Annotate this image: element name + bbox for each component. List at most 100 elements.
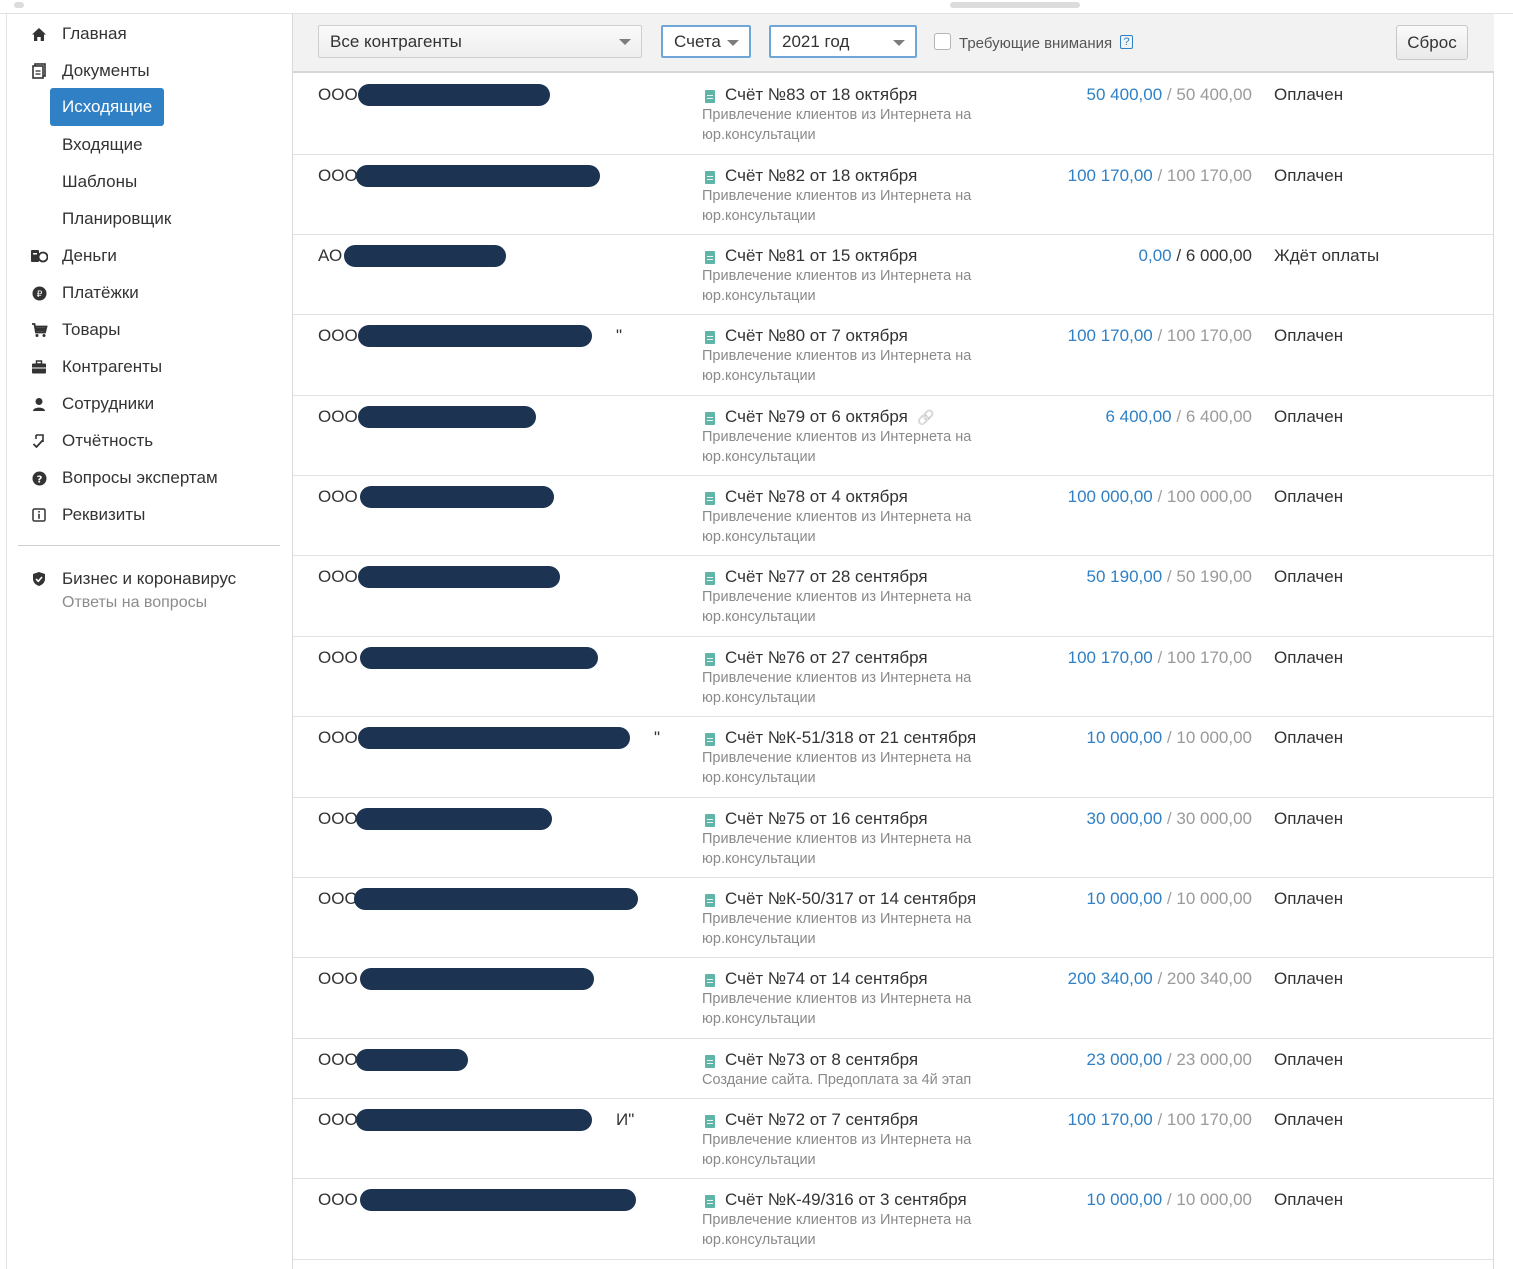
invoice-title[interactable]: Счёт №К-50/317 от 14 сентября [725, 889, 976, 909]
status-text: Оплачен [1274, 889, 1344, 908]
sidebar-item-scheduler[interactable]: Планировщик [62, 206, 171, 232]
invoice-row[interactable]: ООО Счёт №82 от 18 октября Привлечение кли… [293, 154, 1494, 235]
counterparty-name[interactable]: АО [318, 246, 342, 266]
status-text: Оплачен [1274, 1050, 1344, 1069]
invoice-row[interactable]: ООО Счёт №76 от 27 сентября Привлечение кл… [293, 636, 1494, 717]
invoice-row[interactable]: ООО Счёт №83 от 18 октября Привлечение кли… [293, 73, 1494, 155]
counterparty-name[interactable]: ООО [318, 648, 358, 668]
reset-button[interactable]: Сброс [1396, 25, 1468, 60]
invoice-amount: 100 170,00 / 100 170,00 [1068, 166, 1252, 186]
counterparty-name[interactable]: ООО [318, 728, 358, 748]
total-amount: 6 400,00 [1185, 407, 1252, 426]
redaction-mark [356, 1109, 592, 1131]
counterparty-name[interactable]: ООО [318, 809, 358, 829]
invoice-description: Привлечение клиентов из Интернета на юр.… [702, 429, 972, 465]
counterparty-prefix: ООО [318, 1050, 358, 1069]
invoice-row[interactable]: ООО Счёт №77 от 28 сентября Привлечение кл… [293, 555, 1494, 637]
invoice-row[interactable]: ООО Счёт №К-50/317 от 14 сентября Привлече… [293, 877, 1494, 958]
invoice-row[interactable]: ООО " Счёт №К-51/318 от 21 сентября Привлеч… [293, 716, 1494, 798]
paid-amount[interactable]: 50 190,00 [1087, 567, 1163, 586]
chevron-down-icon [893, 40, 905, 46]
invoice-title[interactable]: Счёт №83 от 18 октября [725, 85, 917, 105]
paid-amount[interactable]: 30 000,00 [1087, 809, 1163, 828]
nav-item-label: Вопросы экспертам [62, 468, 218, 487]
invoice-title[interactable]: Счёт №82 от 18 октября [725, 166, 917, 186]
status-text: Оплачен [1274, 407, 1344, 426]
sidebar-item-outgoing[interactable]: Исходящие [50, 88, 165, 126]
counterparty-name[interactable]: ООО [318, 407, 358, 427]
documents-icon [30, 62, 48, 80]
counterparty-name[interactable]: ООО [318, 326, 358, 346]
paid-amount[interactable]: 10 000,00 [1087, 728, 1163, 747]
money-icon [30, 247, 48, 265]
sidebar: Главная Документы Исходящие Входящие Шаб… [18, 14, 280, 1269]
counterparty-name[interactable]: ООО [318, 166, 358, 186]
counterparty-name[interactable]: ООО [318, 85, 358, 105]
paid-amount[interactable]: 100 170,00 [1068, 648, 1153, 667]
invoice-description: Привлечение клиентов из Интернета на юр.… [702, 991, 972, 1027]
paid-amount[interactable]: 200 340,00 [1068, 969, 1153, 988]
amount-separator: / [1152, 326, 1167, 345]
counterparty-name[interactable]: ООО [318, 969, 358, 989]
invoice-row[interactable]: ООО Счёт №78 от 4 октября Привлечение клие… [293, 475, 1494, 556]
invoice-title[interactable]: Счёт №74 от 14 сентября [725, 969, 928, 989]
paid-amount[interactable]: 100 170,00 [1068, 1110, 1153, 1129]
invoice-amount: 10 000,00 / 10 000,00 [1087, 728, 1252, 748]
invoice-row[interactable]: ООО И" Счёт №72 от 7 сентября Привлечение к… [293, 1098, 1494, 1179]
paid-amount[interactable]: 50 400,00 [1087, 85, 1163, 104]
invoice-title[interactable]: Счёт №72 от 7 сентября [725, 1110, 918, 1130]
svg-text:?: ? [36, 474, 42, 485]
paid-amount[interactable]: 0,00 [1139, 246, 1172, 265]
invoice-title[interactable]: Счёт №75 от 16 сентября [725, 809, 928, 829]
counterparty-prefix: ООО [318, 567, 358, 586]
counterparty-name[interactable]: ООО [318, 1190, 358, 1210]
invoice-title[interactable]: Счёт №78 от 4 октября [725, 487, 908, 507]
year-select[interactable]: 2021 год [769, 25, 917, 58]
invoice-title[interactable]: Счёт №79 от 6 октября [725, 407, 908, 427]
counterparty-prefix: ООО [318, 889, 358, 908]
invoice-row[interactable]: АО Счёт №81 от 15 октября Привлечение клие… [293, 234, 1494, 315]
invoice-title[interactable]: Счёт №80 от 7 октября [725, 326, 908, 346]
counterparty-name[interactable]: ООО [318, 889, 358, 909]
briefcase-icon [30, 358, 48, 376]
attention-label[interactable]: Требующие внимания [959, 35, 1112, 52]
invoice-row[interactable]: ООО Счёт №74 от 14 сентября Привлечение кл… [293, 957, 1494, 1039]
amount-separator: / [1171, 407, 1186, 426]
paid-amount[interactable]: 23 000,00 [1087, 1050, 1163, 1069]
counterparty-name[interactable]: ООО [318, 567, 358, 587]
counterparty-name[interactable]: ООО [318, 1110, 358, 1130]
help-icon[interactable]: ? [1120, 35, 1133, 49]
sidebar-item-templates[interactable]: Шаблоны [62, 169, 137, 195]
invoice-title[interactable]: Счёт №81 от 15 октября [725, 246, 917, 266]
invoice-row[interactable]: ООО Счёт №73 от 8 сентября Создание сайта.… [293, 1038, 1494, 1099]
counterparty-name[interactable]: ООО [318, 1050, 358, 1070]
redaction-mark [358, 727, 630, 749]
link-icon[interactable]: 🔗 [917, 410, 934, 424]
invoice-title[interactable]: Счёт №76 от 27 сентября [725, 648, 928, 668]
paid-amount[interactable]: 10 000,00 [1087, 889, 1163, 908]
redaction-mark [358, 566, 560, 588]
sidebar-item-incoming[interactable]: Входящие [62, 132, 143, 158]
paid-amount[interactable]: 6 400,00 [1105, 407, 1171, 426]
invoice-title[interactable]: Счёт №73 от 8 сентября [725, 1050, 918, 1070]
invoice-row[interactable]: ООО Счёт №К-49/316 от 3 сентября Привлечен… [293, 1178, 1494, 1260]
person-icon [30, 395, 48, 413]
attention-checkbox[interactable] [934, 33, 951, 50]
invoice-title[interactable]: Счёт №К-49/316 от 3 сентября [725, 1190, 967, 1210]
invoice-title[interactable]: Счёт №77 от 28 сентября [725, 567, 928, 587]
amount-separator: / [1162, 1050, 1177, 1069]
invoice-row[interactable]: ООО Счёт №79 от 6 октября 🔗 Привлечение кли… [293, 395, 1494, 476]
counterparty-select[interactable]: Все контрагенты [318, 25, 642, 58]
invoice-title[interactable]: Счёт №К-51/318 от 21 сентября [725, 728, 976, 748]
doc-type-select[interactable]: Счета [661, 25, 751, 58]
invoice-row[interactable]: ООО Счёт №75 от 16 сентября Привлечение кл… [293, 797, 1494, 878]
promo-subtitle[interactable]: Ответы на вопросы [62, 594, 207, 612]
invoice-description: Привлечение клиентов из Интернета на юр.… [702, 1132, 972, 1168]
paid-amount[interactable]: 100 170,00 [1068, 166, 1153, 185]
paid-amount[interactable]: 10 000,00 [1087, 1190, 1163, 1209]
paid-amount[interactable]: 100 000,00 [1068, 487, 1153, 506]
paid-amount[interactable]: 100 170,00 [1068, 326, 1153, 345]
counterparty-name[interactable]: ООО [318, 487, 358, 507]
main-content: Все контрагенты Счета 2021 год Требующие… [292, 14, 1494, 1269]
invoice-row[interactable]: ООО " Счёт №80 от 7 октября Привлечение кли… [293, 314, 1494, 396]
